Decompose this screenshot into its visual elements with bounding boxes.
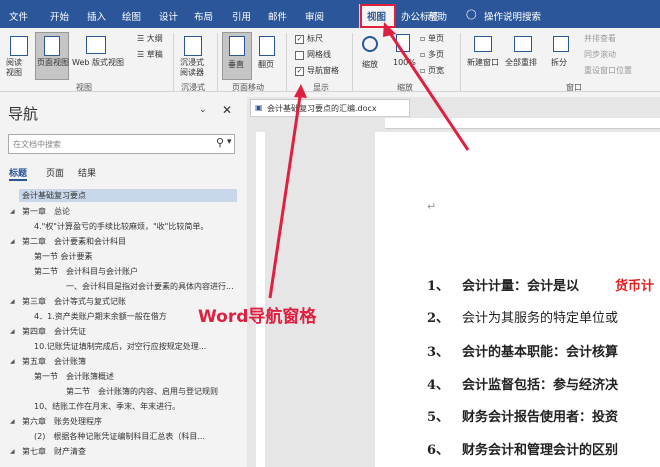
arrow-head-view-tab [383, 22, 396, 37]
arrow-head-nav-pane [294, 84, 307, 98]
arrow-to-view-tab [386, 29, 470, 151]
annotation-arrows [268, 22, 470, 299]
arrow-to-nav-pane-checkbox [268, 95, 302, 299]
